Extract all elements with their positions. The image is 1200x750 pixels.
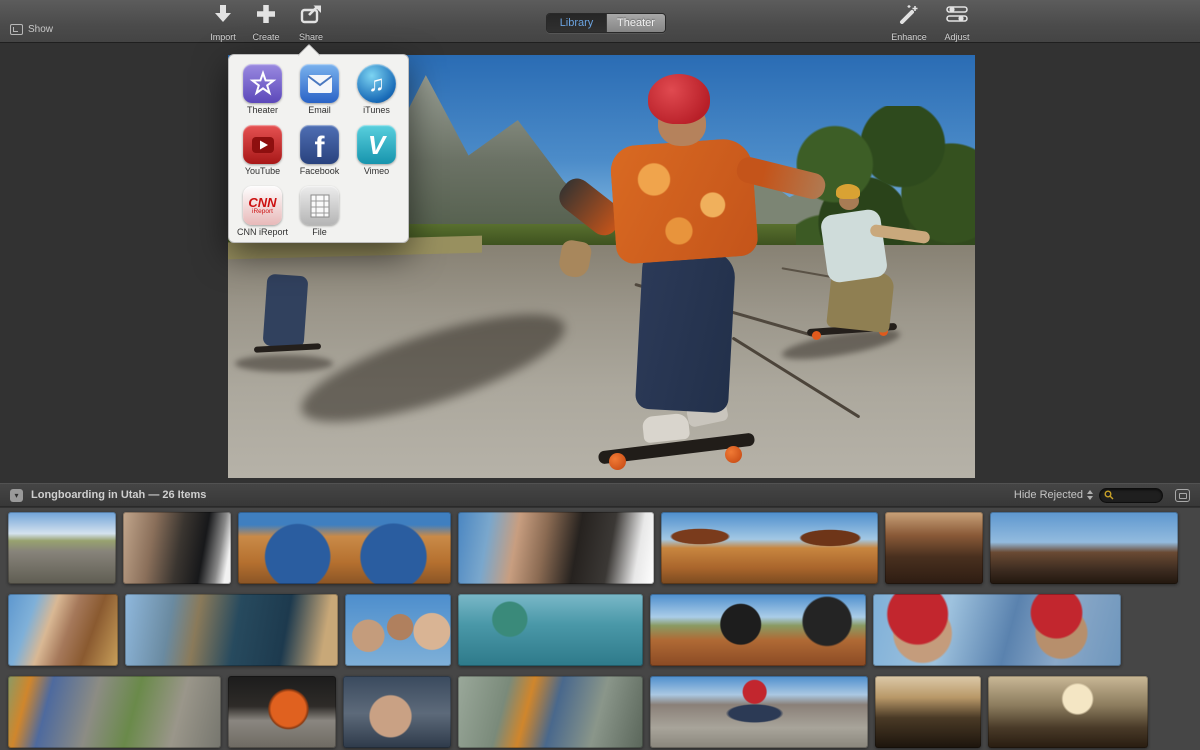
vimeo-v-icon: V	[357, 125, 396, 164]
thumbnail-row	[8, 594, 1121, 666]
create-label: Create	[252, 32, 279, 42]
wheel-shape	[725, 446, 742, 463]
red-helmet-shape	[648, 74, 710, 124]
clip-thumbnail[interactable]	[650, 594, 866, 666]
clip-thumbnail[interactable]	[873, 594, 1121, 666]
dropdown-stepper-icon	[1087, 490, 1093, 500]
thumbnail-row	[8, 512, 1178, 584]
create-button[interactable]: Create	[245, 4, 287, 42]
facebook-f-icon: f	[300, 125, 339, 164]
enhance-wand-icon	[898, 4, 920, 24]
clip-thumbnail[interactable]	[458, 594, 643, 666]
share-item-youtube[interactable]: YouTube	[234, 125, 291, 186]
share-label: Share	[299, 32, 323, 42]
view-segmented-control: Library Theater	[546, 13, 666, 33]
clip-browser	[0, 508, 1200, 750]
thumbnail-row	[8, 676, 1148, 748]
tab-library[interactable]: Library	[547, 14, 606, 32]
share-item-itunes[interactable]: ♫ iTunes	[348, 64, 405, 125]
share-item-cnn-ireport[interactable]: CNN iReport CNN iReport	[234, 186, 291, 247]
viewer-area	[0, 44, 1200, 483]
share-item-vimeo[interactable]: V Vimeo	[348, 125, 405, 186]
search-icon	[1104, 490, 1114, 500]
clip-thumbnail[interactable]	[875, 676, 981, 748]
clip-thumbnail[interactable]	[8, 594, 118, 666]
main-skater-shape	[609, 137, 759, 265]
clip-thumbnail[interactable]	[988, 676, 1148, 748]
itunes-note-icon: ♫	[357, 64, 396, 103]
cnn-ireport-icon: CNN iReport	[243, 186, 282, 225]
show-label: Show	[28, 24, 53, 35]
clip-thumbnail[interactable]	[228, 676, 336, 748]
wheel-shape	[812, 331, 821, 340]
clip-thumbnail[interactable]	[8, 676, 221, 748]
clip-thumbnail[interactable]	[345, 594, 451, 666]
clip-thumbnail[interactable]	[885, 512, 983, 584]
toolbar: Show Import Create Share	[0, 0, 1200, 43]
clip-thumbnail[interactable]	[8, 512, 116, 584]
adjust-sliders-icon	[946, 4, 968, 24]
event-title: Longboarding in Utah — 26 Items	[31, 489, 206, 501]
clip-thumbnail[interactable]	[343, 676, 451, 748]
panel-toggle-icon[interactable]	[1175, 489, 1190, 502]
hide-rejected-dropdown[interactable]: Hide Rejected	[1014, 489, 1099, 501]
background-skater-shape	[820, 208, 889, 283]
event-header-bar: ▾ Longboarding in Utah — 26 Items Hide R…	[0, 483, 1200, 507]
clip-thumbnail[interactable]	[458, 512, 654, 584]
yellow-helmet-shape	[836, 184, 860, 199]
import-button[interactable]: Import	[200, 4, 246, 42]
clip-thumbnail[interactable]	[661, 512, 878, 584]
background-skater-shape	[263, 274, 309, 349]
create-plus-icon	[256, 4, 276, 24]
search-field[interactable]	[1099, 488, 1163, 503]
share-icon	[300, 4, 322, 24]
share-item-facebook[interactable]: f Facebook	[291, 125, 348, 186]
adjust-label: Adjust	[944, 32, 969, 42]
share-popover: Theater Email ♫ iTunes YouTube	[228, 54, 409, 243]
imovie-window: Show Import Create Share	[0, 0, 1200, 750]
clip-thumbnail[interactable]	[123, 512, 231, 584]
file-filmstrip-icon	[300, 186, 339, 225]
show-sidebar-button[interactable]: Show	[10, 24, 53, 35]
tab-theater[interactable]: Theater	[606, 14, 665, 32]
enhance-button[interactable]: Enhance	[884, 4, 934, 42]
adjust-button[interactable]: Adjust	[936, 4, 978, 42]
email-envelope-icon	[300, 64, 339, 103]
import-label: Import	[210, 32, 236, 42]
clip-thumbnail[interactable]	[650, 676, 868, 748]
share-item-email[interactable]: Email	[291, 64, 348, 125]
youtube-play-icon	[243, 125, 282, 164]
show-sidebar-icon	[10, 24, 23, 35]
share-item-theater[interactable]: Theater	[234, 64, 291, 125]
main-skater-shape	[641, 412, 689, 443]
share-button[interactable]: Share	[288, 4, 334, 42]
event-disclosure-icon[interactable]: ▾	[10, 489, 23, 502]
clip-thumbnail[interactable]	[238, 512, 451, 584]
enhance-label: Enhance	[891, 32, 927, 42]
theater-star-icon	[243, 64, 282, 103]
import-icon	[212, 4, 234, 24]
wheel-shape	[609, 453, 626, 470]
main-skater-shape	[635, 247, 737, 412]
clip-thumbnail[interactable]	[458, 676, 643, 748]
share-item-file[interactable]: File	[291, 186, 348, 247]
search-input[interactable]	[1114, 490, 1158, 500]
clip-thumbnail[interactable]	[125, 594, 338, 666]
clip-thumbnail[interactable]	[990, 512, 1178, 584]
